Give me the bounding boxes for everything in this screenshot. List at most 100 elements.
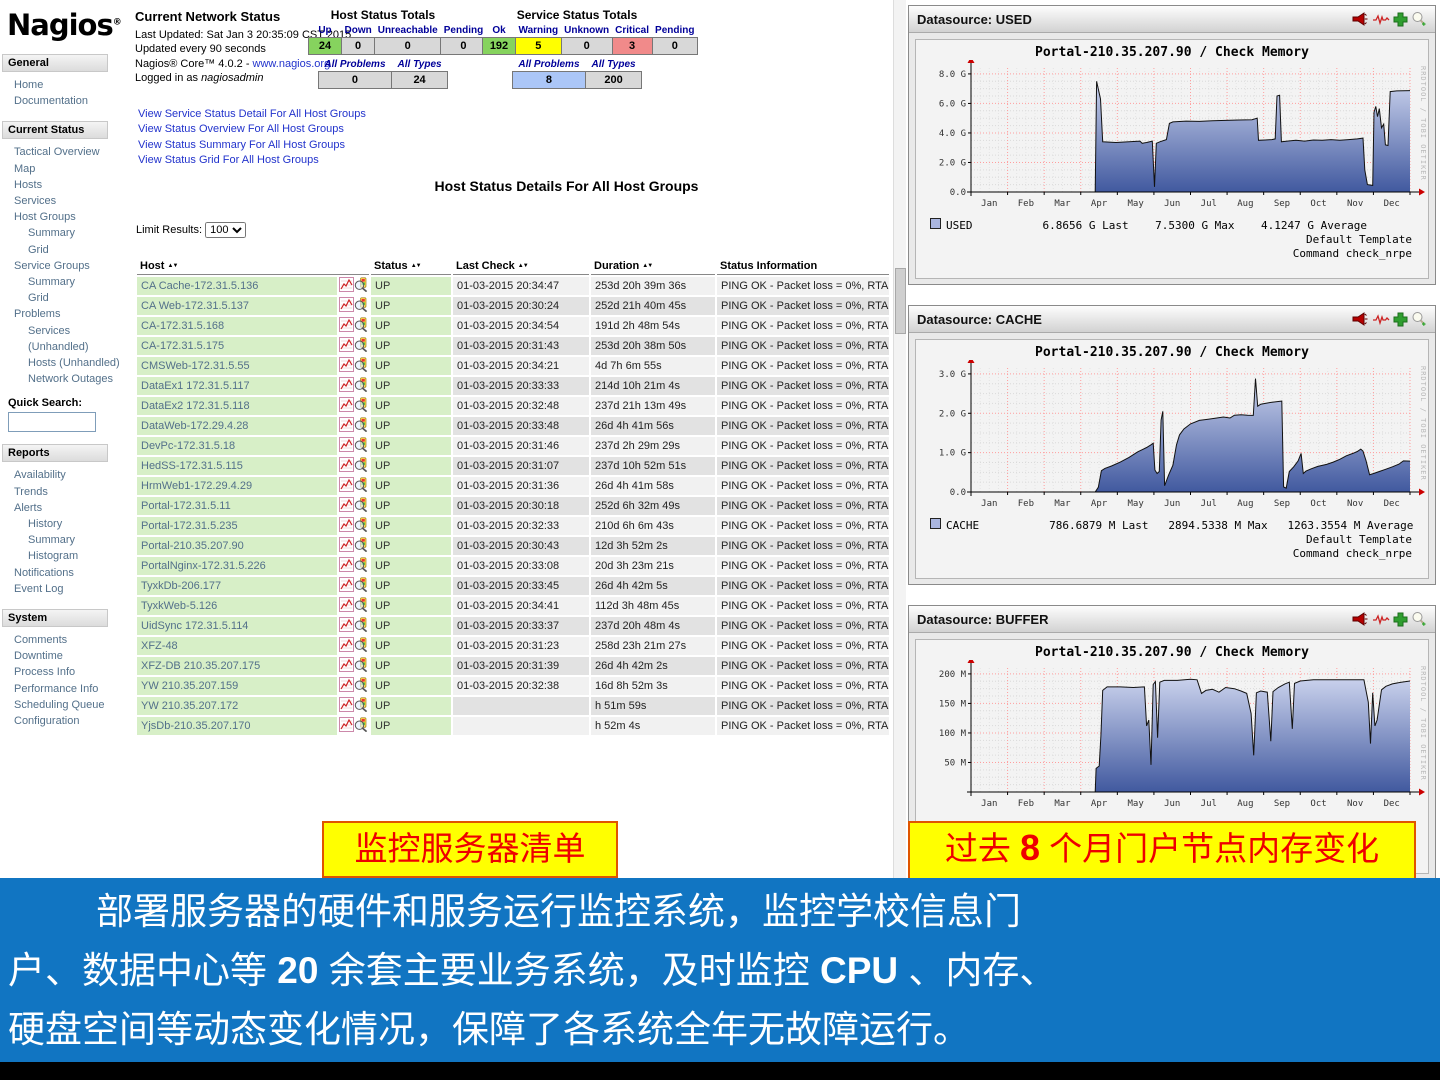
host-link[interactable]: Portal-172.31.5.235 bbox=[137, 517, 337, 535]
host-detail-magnifier-icon[interactable] bbox=[354, 657, 369, 673]
host-count-up[interactable]: 24 bbox=[308, 37, 342, 55]
host-count-down[interactable]: 0 bbox=[340, 37, 376, 55]
sidebar-item-availability[interactable]: Availability bbox=[0, 467, 130, 483]
host-detail-magnifier-icon[interactable] bbox=[354, 357, 369, 373]
host-col-pending[interactable]: Pending bbox=[441, 24, 486, 38]
host-link[interactable]: XFZ-DB 210.35.207.175 bbox=[137, 657, 337, 675]
host-link[interactable]: HedSS-172.31.5.115 bbox=[137, 457, 337, 475]
trend-graph-icon[interactable] bbox=[339, 717, 354, 732]
trend-graph-icon[interactable] bbox=[339, 317, 354, 332]
service-all-types-count[interactable]: 200 bbox=[585, 71, 643, 89]
host-detail-magnifier-icon[interactable] bbox=[354, 677, 369, 693]
trend-graph-icon[interactable] bbox=[339, 557, 354, 572]
sidebar-item-summary[interactable]: Summary bbox=[0, 274, 130, 290]
sidebar-item-comments[interactable]: Comments bbox=[0, 632, 130, 648]
sidebar-item-service-groups[interactable]: Service Groups bbox=[0, 258, 130, 274]
sidebar-item-map[interactable]: Map bbox=[0, 161, 130, 177]
host-all-types-label[interactable]: All Types bbox=[392, 55, 448, 72]
host-detail-magnifier-icon[interactable] bbox=[354, 557, 369, 573]
service-all-problems-count[interactable]: 8 bbox=[511, 71, 587, 89]
sort-arrows-icon[interactable]: ▲▼ bbox=[411, 263, 422, 269]
service-count-warning[interactable]: 5 bbox=[515, 37, 562, 55]
column-header-status[interactable]: Status ▲▼ bbox=[371, 258, 451, 275]
column-header-host[interactable]: Host ▲▼ bbox=[137, 258, 369, 275]
view-link-service-status-detai[interactable]: View Service Status Detail For All Host … bbox=[138, 107, 366, 122]
zoom-in-plus-icon[interactable] bbox=[1393, 612, 1408, 627]
trend-graph-icon[interactable] bbox=[339, 377, 354, 392]
heartbeat-icon[interactable] bbox=[1372, 13, 1390, 26]
sidebar-item-tactical-overview[interactable]: Tactical Overview bbox=[0, 144, 130, 160]
host-link[interactable]: PortalNginx-172.31.5.226 bbox=[137, 557, 337, 575]
host-link[interactable]: CA Web-172.31.5.137 bbox=[137, 297, 337, 315]
sidebar-item-configuration[interactable]: Configuration bbox=[0, 713, 130, 729]
host-link[interactable]: DevPc-172.31.5.18 bbox=[137, 437, 337, 455]
host-link[interactable]: TyxkDb-206.177 bbox=[137, 577, 337, 595]
service-all-problems-label[interactable]: All Problems bbox=[512, 55, 585, 72]
host-detail-magnifier-icon[interactable] bbox=[354, 337, 369, 353]
trend-graph-icon[interactable] bbox=[339, 397, 354, 412]
trend-graph-icon[interactable] bbox=[339, 677, 354, 692]
trend-graph-icon[interactable] bbox=[339, 337, 354, 352]
host-detail-magnifier-icon[interactable] bbox=[354, 577, 369, 593]
sidebar-item-alerts[interactable]: Alerts bbox=[0, 500, 130, 516]
trend-graph-icon[interactable] bbox=[339, 357, 354, 372]
alert-horn-icon[interactable] bbox=[1352, 311, 1369, 327]
sidebar-item-hosts[interactable]: Hosts bbox=[0, 177, 130, 193]
host-detail-magnifier-icon[interactable] bbox=[354, 417, 369, 433]
host-detail-magnifier-icon[interactable] bbox=[354, 637, 369, 653]
host-detail-magnifier-icon[interactable] bbox=[354, 497, 369, 513]
trend-graph-icon[interactable] bbox=[339, 417, 354, 432]
host-detail-magnifier-icon[interactable] bbox=[354, 457, 369, 473]
sidebar-item-services[interactable]: Services bbox=[0, 193, 130, 209]
column-header-last-check[interactable]: Last Check ▲▼ bbox=[453, 258, 589, 275]
service-count-ok[interactable]: 192 bbox=[482, 37, 516, 55]
magnifier-icon[interactable] bbox=[1411, 11, 1427, 27]
service-col-ok[interactable]: Ok bbox=[483, 24, 516, 38]
trend-graph-icon[interactable] bbox=[339, 697, 354, 712]
service-col-critical[interactable]: Critical bbox=[612, 24, 652, 38]
service-count-pending[interactable]: 0 bbox=[651, 37, 698, 55]
host-count-unreachable[interactable]: 0 bbox=[374, 37, 442, 55]
host-detail-magnifier-icon[interactable] bbox=[354, 597, 369, 613]
magnifier-icon[interactable] bbox=[1411, 611, 1427, 627]
sidebar-item-problems[interactable]: Problems bbox=[0, 306, 130, 322]
host-link[interactable]: CA Cache-172.31.5.136 bbox=[137, 277, 337, 295]
host-link[interactable]: UidSync 172.31.5.114 bbox=[137, 617, 337, 635]
host-link[interactable]: YW 210.35.207.159 bbox=[137, 677, 337, 695]
alert-horn-icon[interactable] bbox=[1352, 611, 1369, 627]
service-count-critical[interactable]: 3 bbox=[611, 37, 653, 55]
sidebar-item-histogram[interactable]: Histogram bbox=[0, 548, 130, 564]
sidebar-item-performance-info[interactable]: Performance Info bbox=[0, 681, 130, 697]
view-link-status-summary-for-a[interactable]: View Status Summary For All Host Groups bbox=[138, 138, 366, 153]
host-link[interactable]: CMSWeb-172.31.5.55 bbox=[137, 357, 337, 375]
trend-graph-icon[interactable] bbox=[339, 457, 354, 472]
sidebar-item-network-outages[interactable]: Network Outages bbox=[0, 371, 130, 387]
host-link[interactable]: XFZ-48 bbox=[137, 637, 337, 655]
sidebar-item-trends[interactable]: Trends bbox=[0, 484, 130, 500]
host-detail-magnifier-icon[interactable] bbox=[354, 397, 369, 413]
host-detail-magnifier-icon[interactable] bbox=[354, 277, 369, 293]
sidebar-item-notifications[interactable]: Notifications bbox=[0, 565, 130, 581]
sidebar-item-services-unhandled[interactable]: Services (Unhandled) bbox=[0, 323, 130, 355]
column-header-duration[interactable]: Duration ▲▼ bbox=[591, 258, 715, 275]
sidebar-item-host-groups[interactable]: Host Groups bbox=[0, 209, 130, 225]
heartbeat-icon[interactable] bbox=[1372, 313, 1390, 326]
host-link[interactable]: Portal-172.31.5.11 bbox=[137, 497, 337, 515]
sidebar-item-hosts-unhandled[interactable]: Hosts (Unhandled) bbox=[0, 355, 130, 371]
host-col-unreachable[interactable]: Unreachable bbox=[375, 24, 441, 38]
alert-horn-icon[interactable] bbox=[1352, 11, 1369, 27]
trend-graph-icon[interactable] bbox=[339, 597, 354, 612]
host-link[interactable]: CA-172.31.5.175 bbox=[137, 337, 337, 355]
host-detail-magnifier-icon[interactable] bbox=[354, 517, 369, 533]
trend-graph-icon[interactable] bbox=[339, 637, 354, 652]
service-col-warning[interactable]: Warning bbox=[516, 24, 562, 38]
host-link[interactable]: DataEx1 172.31.5.117 bbox=[137, 377, 337, 395]
trend-graph-icon[interactable] bbox=[339, 657, 354, 672]
sidebar-item-summary[interactable]: Summary bbox=[0, 225, 130, 241]
quick-search-input[interactable] bbox=[8, 412, 96, 433]
host-col-up[interactable]: Up bbox=[309, 24, 342, 38]
service-all-types-label[interactable]: All Types bbox=[586, 55, 642, 72]
sidebar-item-grid[interactable]: Grid bbox=[0, 290, 130, 306]
sidebar-item-scheduling-queue[interactable]: Scheduling Queue bbox=[0, 697, 130, 713]
zoom-in-plus-icon[interactable] bbox=[1393, 12, 1408, 27]
